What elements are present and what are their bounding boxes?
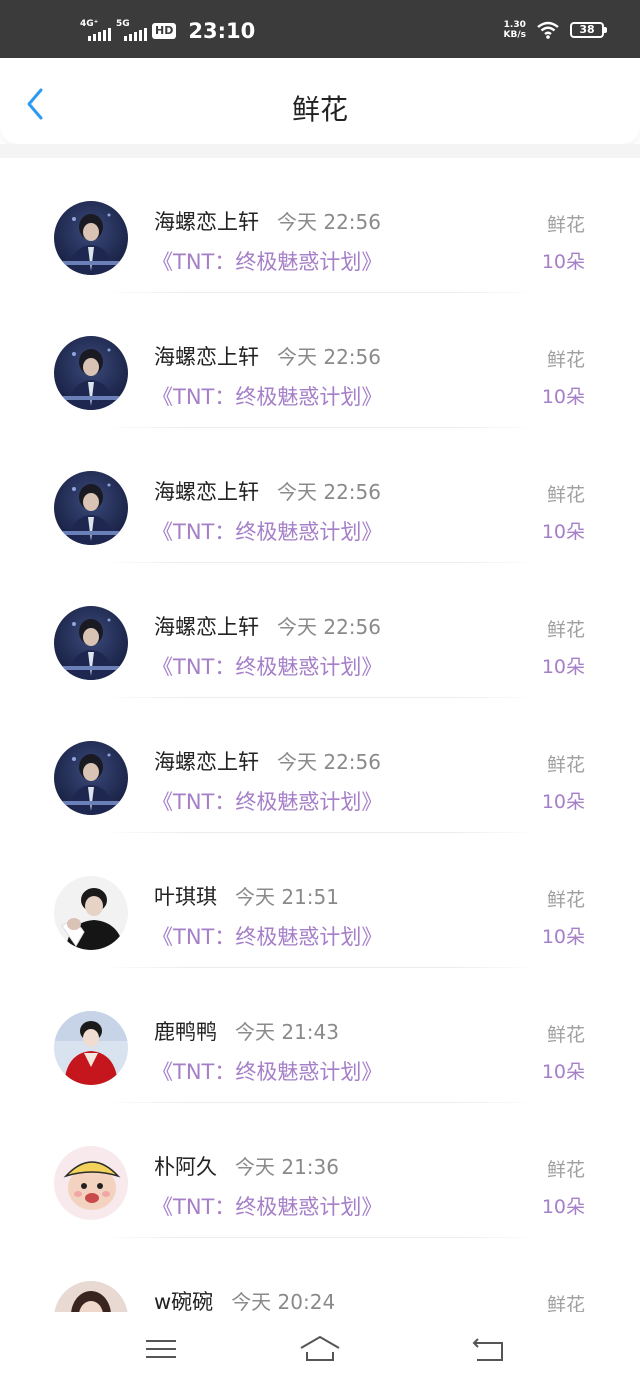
gift-time: 今天 21:43 (235, 1020, 339, 1044)
battery-icon: 38 (570, 22, 607, 38)
avatar[interactable] (54, 876, 128, 950)
gift-time: 今天 22:56 (277, 750, 381, 774)
network-speed: 1.30 KB/s (504, 20, 526, 40)
user-name[interactable]: 海螺恋上轩 (154, 746, 259, 776)
gift-time: 今天 21:36 (235, 1155, 339, 1179)
gift-type-label: 鲜花 (546, 1024, 585, 1046)
name-row: 海螺恋上轩 今天 22:56 (154, 206, 381, 236)
avatar[interactable] (54, 336, 128, 410)
home-icon (300, 1336, 340, 1361)
gift-count: 10朵 (541, 656, 585, 678)
gift-time: 今天 22:56 (277, 210, 381, 234)
gift-time: 今天 22:56 (277, 480, 381, 504)
header-gap (0, 144, 640, 158)
header: 鲜花 (0, 58, 640, 144)
avatar[interactable] (54, 1146, 128, 1220)
user-name[interactable]: 海螺恋上轩 (154, 206, 259, 236)
name-row: 海螺恋上轩 今天 22:56 (154, 341, 381, 371)
back-icon (472, 1338, 503, 1361)
name-row: 朴阿久 今天 21:36 (154, 1151, 339, 1181)
network-speed-value: 1.30 (503, 20, 526, 30)
list-item[interactable]: 朴阿久 今天 21:36 《TNT：终极魅惑计划》 鲜花 10朵 (0, 1103, 640, 1238)
book-title-link[interactable]: 《TNT：终极魅惑计划》 (152, 1191, 382, 1221)
gift-type-label: 鲜花 (546, 349, 585, 371)
list-item[interactable]: 鹿鸭鸭 今天 21:43 《TNT：终极魅惑计划》 鲜花 10朵 (0, 968, 640, 1103)
name-row: 海螺恋上轩 今天 22:56 (154, 476, 381, 506)
avatar[interactable] (54, 471, 128, 545)
book-title-link[interactable]: 《TNT：终极魅惑计划》 (152, 381, 382, 411)
hd-badge: HD (152, 23, 177, 39)
name-row: w碗碗 今天 20:24 (154, 1286, 335, 1312)
gift-count: 10朵 (541, 521, 585, 543)
gift-count: 10朵 (541, 251, 585, 273)
gift-type-label: 鲜花 (546, 754, 585, 776)
avatar[interactable] (54, 1281, 128, 1312)
avatar[interactable] (54, 741, 128, 815)
clock: 23:10 (188, 19, 256, 43)
name-row: 叶琪琪 今天 21:51 (154, 881, 339, 911)
page-title: 鲜花 (291, 93, 348, 126)
home-button[interactable] (298, 1332, 342, 1366)
gift-type-label: 鲜花 (546, 214, 585, 236)
gift-count: 10朵 (541, 1196, 585, 1218)
signal-5g-icon: 5G (116, 19, 147, 43)
book-title-link[interactable]: 《TNT：终极魅惑计划》 (152, 246, 382, 276)
list-item[interactable]: 海螺恋上轩 今天 22:56 《TNT：终极魅惑计划》 鲜花 10朵 (0, 158, 640, 293)
user-name[interactable]: 海螺恋上轩 (154, 341, 259, 371)
book-title-link[interactable]: 《TNT：终极魅惑计划》 (152, 651, 382, 681)
network-speed-unit: KB/s (503, 30, 526, 40)
book-title-link[interactable]: 《TNT：终极魅惑计划》 (152, 921, 382, 951)
gift-type-label: 鲜花 (546, 484, 585, 506)
gift-count: 10朵 (541, 386, 585, 408)
name-row: 海螺恋上轩 今天 22:56 (154, 746, 381, 776)
gift-count: 10朵 (541, 926, 585, 948)
list-item[interactable]: 海螺恋上轩 今天 22:56 《TNT：终极魅惑计划》 鲜花 10朵 (0, 698, 640, 833)
system-nav-bar (0, 1312, 640, 1387)
user-name[interactable]: 海螺恋上轩 (154, 476, 259, 506)
user-name[interactable]: 朴阿久 (154, 1151, 217, 1181)
gift-type-label: 鲜花 (546, 1294, 585, 1312)
list-item[interactable]: w碗碗 今天 20:24 鲜花 (0, 1238, 640, 1312)
menu-icon (146, 1340, 176, 1358)
list-item[interactable]: 叶琪琪 今天 21:51 《TNT：终极魅惑计划》 鲜花 10朵 (0, 833, 640, 968)
user-name[interactable]: 海螺恋上轩 (154, 611, 259, 641)
wifi-icon (537, 21, 559, 39)
status-bar: 4G⁺ 5G HD 23:10 1.30 KB/s 38 (0, 0, 640, 58)
menu-button[interactable] (140, 1332, 184, 1366)
signal-4g-icon: 4G⁺ (80, 19, 111, 43)
user-name[interactable]: w碗碗 (154, 1286, 213, 1312)
gift-time: 今天 20:24 (231, 1290, 336, 1312)
gift-type-label: 鲜花 (546, 889, 585, 911)
gift-time: 今天 22:56 (277, 345, 381, 369)
gift-count: 10朵 (541, 1061, 585, 1083)
gift-type-label: 鲜花 (546, 619, 585, 641)
name-row: 鹿鸭鸭 今天 21:43 (154, 1016, 339, 1046)
book-title-link[interactable]: 《TNT：终极魅惑计划》 (152, 1056, 382, 1086)
flower-list: 海螺恋上轩 今天 22:56 《TNT：终极魅惑计划》 鲜花 10朵 海螺恋上轩 今天 22… (0, 158, 640, 1312)
book-title-link[interactable]: 《TNT：终极魅惑计划》 (152, 786, 382, 816)
list-item[interactable]: 海螺恋上轩 今天 22:56 《TNT：终极魅惑计划》 鲜花 10朵 (0, 293, 640, 428)
list-item[interactable]: 海螺恋上轩 今天 22:56 《TNT：终极魅惑计划》 鲜花 10朵 (0, 563, 640, 698)
user-name[interactable]: 鹿鸭鸭 (154, 1016, 217, 1046)
back-nav-button[interactable] (468, 1332, 512, 1366)
avatar[interactable] (54, 606, 128, 680)
gift-type-label: 鲜花 (546, 1159, 585, 1181)
gift-time: 今天 22:56 (277, 615, 381, 639)
list-item[interactable]: 海螺恋上轩 今天 22:56 《TNT：终极魅惑计划》 鲜花 10朵 (0, 428, 640, 563)
book-title-link[interactable]: 《TNT：终极魅惑计划》 (152, 516, 382, 546)
gift-time: 今天 21:51 (235, 885, 339, 909)
name-row: 海螺恋上轩 今天 22:56 (154, 611, 381, 641)
avatar[interactable] (54, 201, 128, 275)
avatar[interactable] (54, 1011, 128, 1085)
gift-count: 10朵 (541, 791, 585, 813)
user-name[interactable]: 叶琪琪 (154, 881, 217, 911)
